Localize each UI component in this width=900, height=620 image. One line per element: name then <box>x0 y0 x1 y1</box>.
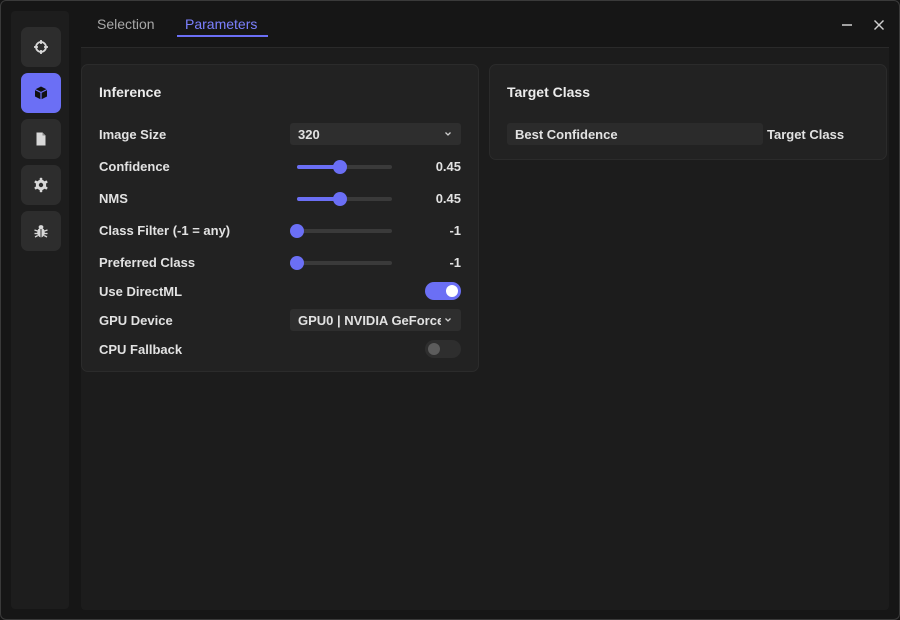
preferred-class-value: -1 <box>449 255 461 270</box>
confidence-label: Confidence <box>99 159 170 174</box>
parameters-panel: Inference Image Size 320 Confidence 0.45… <box>81 48 889 610</box>
chevron-down-icon <box>441 127 455 141</box>
confidence-slider[interactable] <box>297 160 392 174</box>
sidebar <box>11 11 69 609</box>
active-tab-indicator <box>177 35 268 37</box>
sidebar-item-document[interactable] <box>21 119 61 159</box>
image-size-label: Image Size <box>99 127 167 142</box>
chevron-down-icon <box>441 313 455 327</box>
inference-card: Inference Image Size 320 Confidence 0.45… <box>81 64 479 372</box>
class-filter-slider[interactable] <box>290 224 392 238</box>
minimize-icon[interactable] <box>839 17 855 33</box>
cpu-fallback-toggle-knob <box>428 343 440 355</box>
crosshair-icon <box>34 40 48 54</box>
sidebar-item-settings[interactable] <box>21 165 61 205</box>
tab-parameters[interactable]: Parameters <box>185 15 257 41</box>
target-class-value: Best Confidence <box>515 127 618 142</box>
close-icon[interactable] <box>871 17 887 33</box>
cube-icon <box>34 86 48 100</box>
use-directml-toggle-knob <box>446 285 458 297</box>
sidebar-item-debug[interactable] <box>21 211 61 251</box>
class-filter-slider-thumb[interactable] <box>290 224 304 238</box>
gpu-device-select[interactable]: GPU0 | NVIDIA GeForce <box>290 309 461 331</box>
nms-value: 0.45 <box>435 191 461 206</box>
inference-title: Inference <box>99 84 162 100</box>
image-size-value: 320 <box>298 127 320 142</box>
preferred-class-slider[interactable] <box>290 256 392 270</box>
class-filter-value: -1 <box>449 223 461 238</box>
preferred-class-label: Preferred Class <box>99 255 196 270</box>
sidebar-item-cube[interactable] <box>21 73 61 113</box>
class-filter-label: Class Filter (-1 = any) <box>99 223 231 238</box>
bug-icon <box>34 225 48 238</box>
document-icon <box>36 132 46 146</box>
target-class-select[interactable]: Best Confidence <box>507 123 763 145</box>
image-size-select[interactable]: 320 <box>290 123 461 145</box>
gpu-device-label: GPU Device <box>99 313 173 328</box>
nms-slider[interactable] <box>297 192 392 206</box>
target-class-card: Target Class Best Confidence Target Clas… <box>489 64 887 160</box>
nms-slider-thumb[interactable] <box>332 192 347 206</box>
gpu-device-value: GPU0 | NVIDIA GeForce <box>298 313 445 328</box>
confidence-value: 0.45 <box>435 159 461 174</box>
confidence-slider-thumb[interactable] <box>332 160 347 174</box>
app-window: Selection Parameters Inference Image Siz… <box>0 0 900 620</box>
use-directml-toggle[interactable] <box>425 282 461 300</box>
cpu-fallback-toggle[interactable] <box>425 340 461 358</box>
target-class-field-label: Target Class <box>767 127 845 142</box>
gear-icon <box>34 177 48 193</box>
sidebar-item-crosshair[interactable] <box>21 27 61 67</box>
nms-label: NMS <box>99 191 128 206</box>
tab-bar: Selection Parameters <box>81 11 889 48</box>
target-class-title: Target Class <box>507 84 590 100</box>
cpu-fallback-label: CPU Fallback <box>99 342 183 357</box>
tab-selection[interactable]: Selection <box>97 15 155 41</box>
preferred-class-slider-thumb[interactable] <box>290 256 304 270</box>
use-directml-label: Use DirectML <box>99 284 183 299</box>
